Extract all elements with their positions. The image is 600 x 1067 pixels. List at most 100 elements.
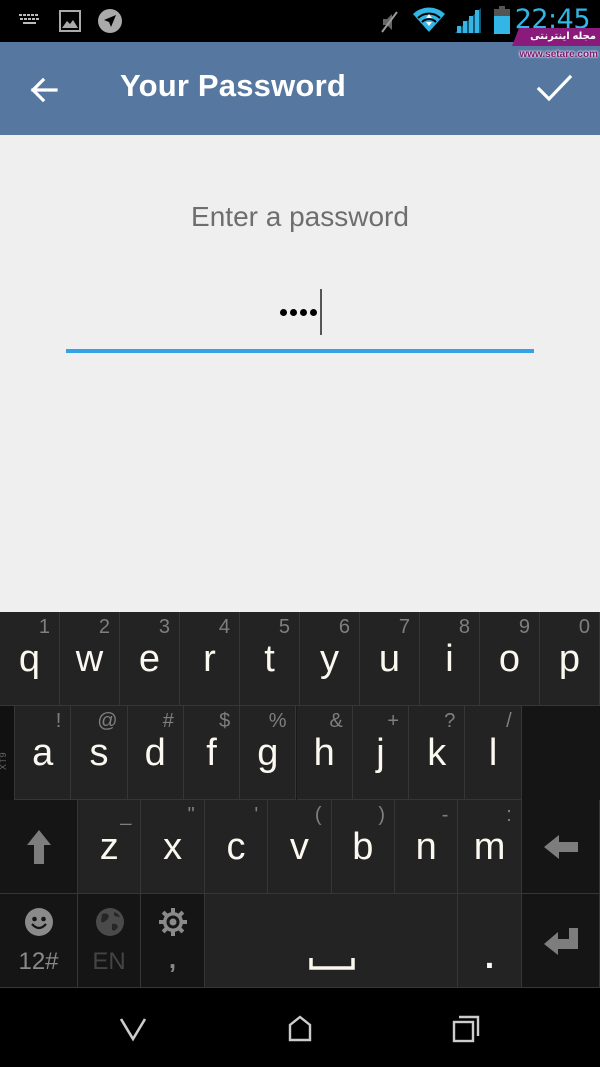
key-hint: ": [187, 804, 195, 826]
key-hint: !: [55, 710, 62, 732]
key-label: u: [378, 638, 401, 680]
key-d[interactable]: # d: [127, 706, 184, 800]
key-hint: (: [314, 804, 322, 826]
key-o[interactable]: 9o: [480, 612, 540, 706]
keyboard-row-4: 12# EN , .: [0, 894, 600, 988]
enter-key[interactable]: [522, 894, 600, 988]
key-hint: 6: [338, 616, 350, 638]
key-label: d: [144, 732, 166, 774]
key-n[interactable]: -n: [395, 800, 459, 894]
key-label: k: [427, 732, 447, 774]
key-h[interactable]: & h: [296, 706, 353, 800]
key-label: w: [75, 638, 104, 680]
key-label: h: [313, 732, 335, 774]
key-hint: 4: [218, 616, 230, 638]
key-label: b: [352, 826, 374, 868]
key-b[interactable]: ) b: [331, 800, 395, 894]
password-input[interactable]: [66, 281, 534, 353]
symbols-label: 12#: [18, 948, 59, 975]
key-e[interactable]: 3e: [120, 612, 180, 706]
password-dot: [279, 309, 287, 317]
mute-icon: [381, 11, 398, 33]
shift-key[interactable]: [0, 800, 78, 894]
key-hint: 1: [38, 616, 50, 638]
key-hint: 3: [158, 616, 170, 638]
keyboard-side-strip: [522, 706, 600, 800]
key-q[interactable]: 1q: [0, 612, 60, 706]
settings-comma-key[interactable]: ,: [141, 894, 205, 988]
key-t[interactable]: 5t: [240, 612, 300, 706]
key-hint: #: [162, 710, 174, 732]
key-r[interactable]: 4r: [180, 612, 240, 706]
password-prompt: Enter a password: [191, 201, 409, 232]
password-value: [66, 289, 534, 335]
backspace-arrow-icon: [543, 834, 578, 859]
key-hint: 5: [278, 616, 290, 638]
enter-arrow-icon: [543, 927, 578, 955]
key-v[interactable]: (v: [268, 800, 332, 894]
keyboard-row-2: XT9 ! a @ s # d $ f% g & h + j? k / l: [0, 706, 600, 800]
key-hint: 9: [518, 616, 530, 638]
symbols-key[interactable]: 12#: [0, 894, 78, 988]
gallery-icon: [59, 10, 81, 32]
key-label: z: [99, 826, 119, 868]
watermark-title: مجله اینترنتی ستاره: [512, 28, 600, 46]
key-k[interactable]: ? k: [409, 706, 466, 800]
key-g[interactable]: % g: [240, 706, 297, 800]
key-x[interactable]: " x: [141, 800, 205, 894]
key-hint: 0: [578, 616, 590, 638]
key-hint: ': [254, 804, 259, 826]
key-hint: &: [329, 710, 343, 732]
xt9-toggle[interactable]: XT9: [0, 706, 15, 800]
key-z[interactable]: _ z: [78, 800, 142, 894]
backspace-key[interactable]: [522, 800, 600, 894]
language-key[interactable]: EN: [78, 894, 141, 988]
key-hint: /: [506, 710, 512, 732]
signal-icon: [455, 8, 481, 33]
space-key[interactable]: [205, 894, 458, 988]
key-hint: :: [506, 804, 512, 826]
key-a[interactable]: ! a: [15, 706, 72, 800]
soft-keyboard: 1q2w3e4r5t6y7u8i9o0p XT9 ! a @ s # d $ f% g & h + j?…: [0, 612, 600, 988]
back-arrow-icon[interactable]: [26, 72, 62, 108]
key-y[interactable]: 6y: [300, 612, 360, 706]
gear-icon: [159, 908, 187, 936]
back-icon[interactable]: [113, 1008, 153, 1048]
key-p[interactable]: 0p: [540, 612, 600, 706]
key-hint: 8: [458, 616, 470, 638]
navigation-bar: [0, 988, 600, 1067]
key-f[interactable]: $ f: [183, 706, 241, 800]
key-label: j: [376, 732, 385, 774]
key-label: i: [445, 638, 454, 680]
key-label: e: [138, 638, 161, 680]
key-w[interactable]: 2w: [60, 612, 120, 706]
period-key[interactable]: .: [458, 894, 522, 988]
key-s[interactable]: @ s: [71, 706, 128, 800]
key-i[interactable]: 8i: [420, 612, 480, 706]
key-label: t: [264, 638, 275, 680]
key-hint: 2: [98, 616, 110, 638]
key-label: v: [289, 826, 309, 868]
recents-icon[interactable]: [447, 1008, 487, 1048]
key-hint: $: [219, 710, 231, 732]
key-j[interactable]: + j: [352, 706, 410, 800]
key-c[interactable]: ' c: [204, 800, 269, 894]
key-u[interactable]: 7u: [360, 612, 420, 706]
key-l[interactable]: / l: [465, 706, 522, 800]
key-label: r: [203, 638, 216, 680]
password-content: Enter a password: [0, 135, 600, 612]
keyboard-row-1: 1q2w3e4r5t6y7u8i9o0p: [0, 612, 600, 706]
key-hint: 7: [398, 616, 410, 638]
password-mask: [278, 298, 318, 326]
watermark: مجله اینترنتی ستاره www.setare.com: [508, 28, 600, 66]
password-dot: [299, 309, 307, 317]
key-label: c: [226, 826, 246, 868]
key-label: p: [558, 638, 581, 680]
wifi-icon: [413, 7, 445, 32]
home-icon[interactable]: [280, 1008, 320, 1048]
key-label: y: [320, 638, 339, 680]
key-label: o: [498, 638, 521, 680]
checkmark-icon[interactable]: [534, 70, 574, 106]
keyboard-icon: [19, 14, 39, 24]
key-m[interactable]: :m: [458, 800, 522, 894]
